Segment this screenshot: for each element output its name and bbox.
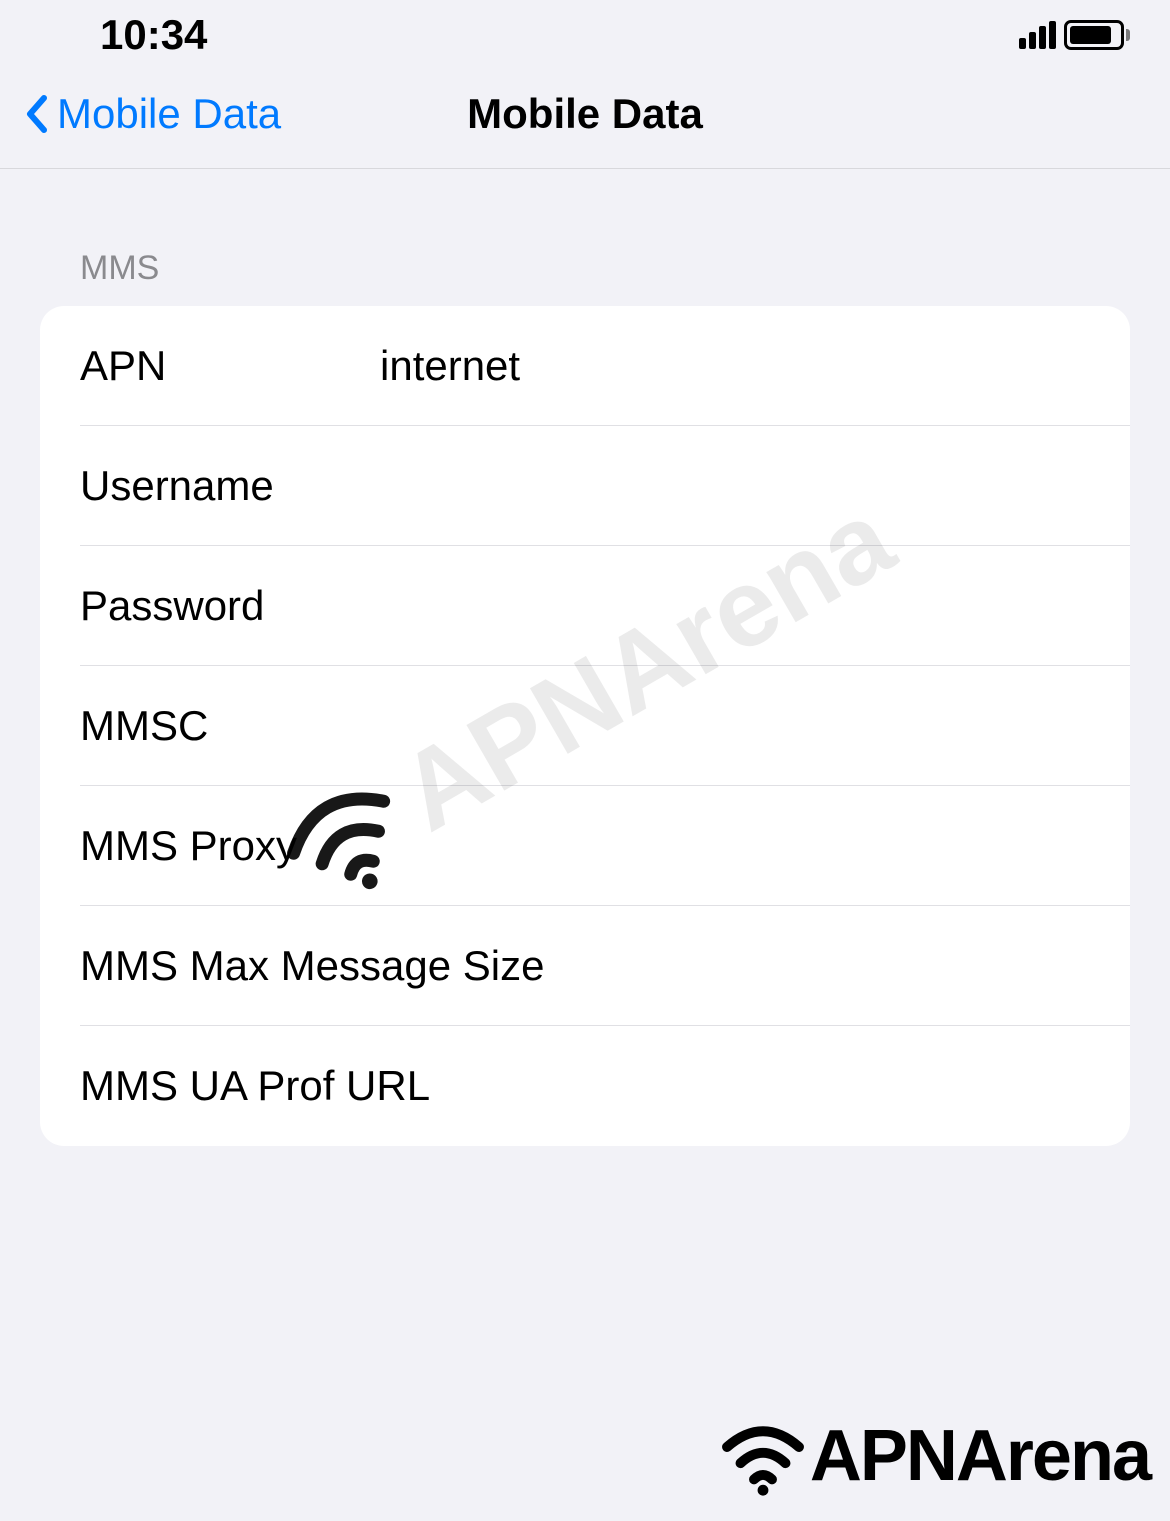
row-label: MMS Max Message Size	[80, 942, 544, 990]
row-mms-ua-prof-url[interactable]: MMS UA Prof URL	[40, 1026, 1130, 1146]
mms-ua-prof-url-input[interactable]	[430, 1062, 1090, 1110]
status-time: 10:34	[100, 11, 207, 59]
mmsc-input[interactable]	[380, 702, 1090, 750]
row-label: MMS Proxy	[80, 822, 380, 870]
back-button[interactable]: Mobile Data	[25, 90, 281, 138]
cellular-signal-icon	[1019, 21, 1056, 49]
status-indicators	[1019, 20, 1130, 50]
username-input[interactable]	[380, 462, 1090, 510]
apn-input[interactable]	[380, 342, 1090, 390]
settings-group-mms: APN Username Password MMSC MMS Proxy	[40, 306, 1130, 1146]
mms-proxy-input[interactable]	[380, 822, 1090, 870]
mms-max-size-input[interactable]	[544, 942, 1090, 990]
row-label: MMSC	[80, 702, 380, 750]
row-mms-proxy[interactable]: MMS Proxy	[40, 786, 1130, 906]
row-apn[interactable]: APN	[40, 306, 1130, 426]
section-header-mms: MMS	[40, 249, 1130, 306]
row-password[interactable]: Password	[40, 546, 1130, 666]
status-bar: 10:34	[0, 0, 1170, 70]
row-mmsc[interactable]: MMSC	[40, 666, 1130, 786]
back-label: Mobile Data	[57, 90, 281, 138]
row-label: MMS UA Prof URL	[80, 1062, 430, 1110]
row-label: Password	[80, 582, 380, 630]
page-title: Mobile Data	[467, 90, 703, 138]
row-label: Username	[80, 462, 380, 510]
brand-name: APNArena	[810, 1415, 1150, 1497]
row-mms-max-message-size[interactable]: MMS Max Message Size	[40, 906, 1130, 1026]
password-input[interactable]	[380, 582, 1090, 630]
chevron-left-icon	[25, 95, 47, 133]
row-username[interactable]: Username	[40, 426, 1130, 546]
wifi-icon	[718, 1411, 808, 1501]
battery-icon	[1064, 20, 1130, 50]
brand-footer: APNArena	[718, 1411, 1150, 1501]
row-label: APN	[80, 342, 380, 390]
navigation-bar: Mobile Data Mobile Data	[0, 70, 1170, 169]
